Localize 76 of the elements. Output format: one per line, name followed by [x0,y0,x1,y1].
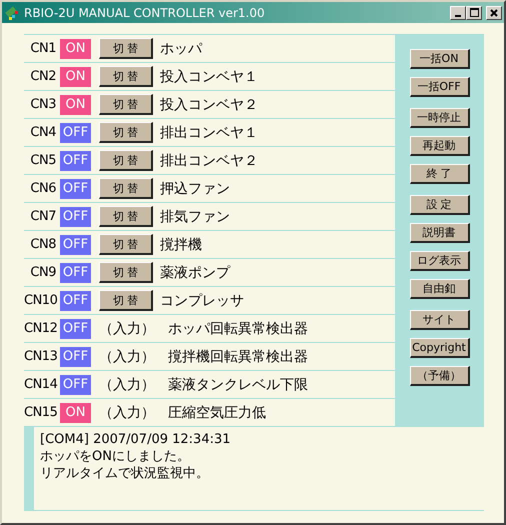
state-indicator: OFF [60,290,91,310]
channel-label: CN2 [29,69,56,84]
command-button[interactable]: 説明書 [410,223,470,243]
device-name: 薬液ポンプ [160,264,230,282]
channel-label: CN8 [29,237,56,252]
state-indicator: ON [60,38,91,58]
command-button[interactable]: サイト [410,310,470,330]
toggle-button[interactable]: 切 替 [99,94,153,115]
state-indicator: ON [60,66,91,86]
state-indicator: OFF [60,234,91,254]
channel-label: CN10 [24,293,56,308]
toggle-button[interactable]: 切 替 [99,290,153,311]
device-name: 薬液タンクレベル下限 [168,376,308,394]
command-button[interactable]: ログ表示 [410,251,470,271]
device-name: 排出コンベヤ２ [160,152,258,170]
device-name: 撹拌機 [160,236,202,254]
channel-label: CN3 [29,97,56,112]
device-name: ホッパ [160,40,202,58]
toggle-button[interactable]: 切 替 [99,234,153,255]
log-line: ホッパをONにしました。 [40,448,191,465]
command-button[interactable]: 設 定 [410,195,470,215]
toggle-button[interactable]: 切 替 [99,178,153,199]
device-name: 排気ファン [160,208,230,226]
channel-label: CN6 [29,181,56,196]
input-tag: （入力） [99,348,161,366]
state-indicator: OFF [60,374,91,394]
state-indicator: OFF [60,206,91,226]
device-name: 投入コンベヤ２ [160,96,258,114]
command-button[interactable]: 一括OFF [410,77,470,97]
toggle-button[interactable]: 切 替 [99,150,153,171]
command-button[interactable]: 自由釦 [410,279,470,299]
command-button[interactable]: 終 了 [410,164,470,184]
minimize-icon[interactable] [450,6,466,20]
device-name: ホッパ回転異常検出器 [168,320,308,338]
channel-label: CN13 [24,349,56,364]
channel-label: CN4 [29,125,56,140]
toggle-button[interactable]: 切 替 [99,206,153,227]
toggle-button[interactable]: 切 替 [99,66,153,87]
channel-label: CN9 [29,265,56,280]
input-tag: （入力） [99,404,161,422]
command-button[interactable]: 一時停止 [410,108,470,128]
maximize-icon[interactable] [466,6,482,20]
log-line: [COM4] 2007/07/09 12:34:31 [40,431,232,448]
device-name: 撹拌機回転異常検出器 [168,348,308,366]
toggle-button[interactable]: 切 替 [99,122,153,143]
state-indicator: OFF [60,262,91,282]
toggle-button[interactable]: 切 替 [99,262,153,283]
state-indicator: OFF [60,122,91,142]
state-indicator: ON [60,94,91,114]
toggle-button[interactable]: 切 替 [99,38,153,59]
command-button[interactable]: 一括ON [410,49,470,69]
log-line: リアルタイムで状況監視中。 [40,465,210,482]
device-name: 圧縮空気圧力低 [168,404,266,422]
input-tag: （入力） [99,376,161,394]
state-indicator: OFF [60,178,91,198]
channel-label: CN12 [24,321,56,336]
channel-label: CN14 [24,377,56,392]
device-name: コンプレッサ [160,292,244,310]
command-button[interactable]: （予備） [410,366,470,386]
channel-label: CN1 [29,41,56,56]
device-name: 投入コンベヤ１ [160,68,258,86]
channel-label: CN15 [24,405,56,420]
window-title: RBIO-2U MANUAL CONTROLLER ver1.00 [24,6,266,20]
device-name: 排出コンベヤ１ [160,124,258,142]
channel-label: CN7 [29,209,56,224]
app-icon [4,4,20,20]
channel-label: CN5 [29,153,56,168]
state-indicator: ON [60,402,91,422]
input-tag: （入力） [99,320,161,338]
state-indicator: OFF [60,150,91,170]
command-button[interactable]: 再起動 [410,136,470,156]
state-indicator: OFF [60,346,91,366]
command-button[interactable]: Copyright [410,338,470,358]
device-name: 押込ファン [160,180,230,198]
state-indicator: OFF [60,318,91,338]
close-icon[interactable] [486,6,502,20]
